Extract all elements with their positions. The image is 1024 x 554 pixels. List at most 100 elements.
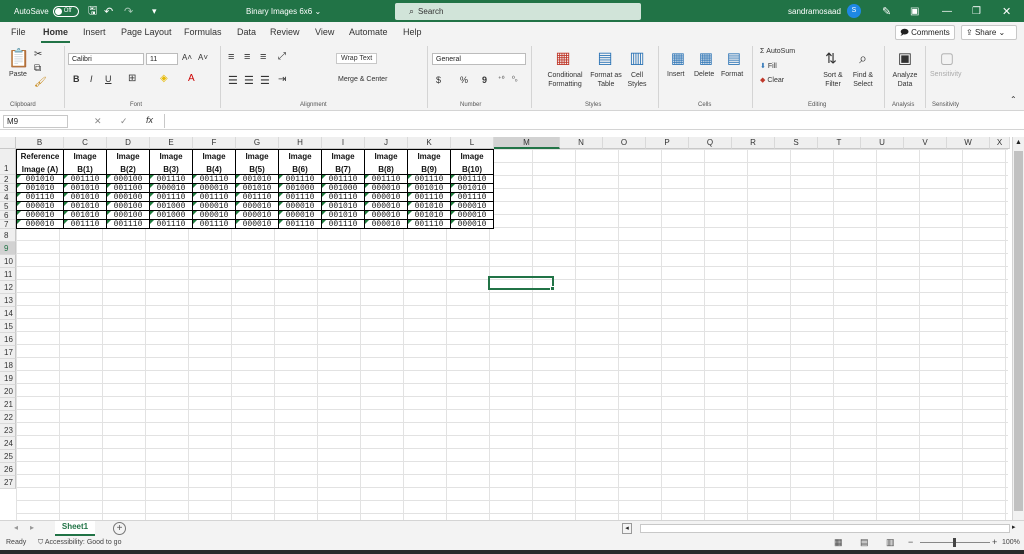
table-cell[interactable]: 001110 (408, 193, 451, 202)
row-header-8[interactable]: 8 (0, 229, 16, 242)
table-header-cell[interactable]: Image B(5) (236, 149, 279, 175)
currency-button[interactable]: $ (436, 75, 441, 85)
table-cell[interactable]: 000010 (451, 211, 494, 220)
undo-icon[interactable]: ↶ (104, 0, 113, 22)
table-cell[interactable]: 001000 (279, 184, 322, 193)
table-cell[interactable]: 000010 (365, 193, 408, 202)
cell-styles-icon[interactable]: ▥ (626, 47, 648, 69)
sheet-tab-sheet1[interactable]: Sheet1 (55, 521, 95, 536)
sort-filter-button[interactable]: Sort & Filter (818, 71, 848, 89)
table-cell[interactable]: 001110 (64, 175, 107, 184)
table-cell[interactable]: 000010 (193, 202, 236, 211)
collapse-ribbon-icon[interactable]: ⌃ (1010, 95, 1017, 104)
percent-button[interactable]: % (460, 75, 468, 85)
column-header-n[interactable]: N (560, 137, 603, 149)
column-header-v[interactable]: V (904, 137, 947, 149)
font-name-select[interactable]: Calibri (68, 53, 144, 65)
zoom-in-icon[interactable]: + (992, 537, 997, 547)
table-cell[interactable]: 001110 (408, 220, 451, 229)
autosum-button[interactable]: Σ AutoSum (760, 48, 795, 55)
row-header-2[interactable]: 2 (0, 175, 16, 184)
table-cell[interactable]: 001010 (408, 184, 451, 193)
column-header-g[interactable]: G (236, 137, 279, 149)
table-cell[interactable]: 001010 (408, 211, 451, 220)
table-cell[interactable]: 000010 (365, 184, 408, 193)
insert-cells-button[interactable]: Insert (667, 71, 685, 78)
table-header-cell[interactable]: Image B(2) (107, 149, 150, 175)
table-header-cell[interactable]: Reference Image (A) (16, 149, 64, 175)
table-cell[interactable]: 000010 (236, 202, 279, 211)
tab-page-layout[interactable]: Page Layout (121, 27, 172, 37)
share-button[interactable]: ⇪ Share ⌄ (961, 25, 1017, 40)
indent-icon[interactable]: ⇥ (278, 74, 286, 85)
table-cell[interactable]: 001110 (408, 175, 451, 184)
column-header-b[interactable]: B (16, 137, 64, 149)
select-all-corner[interactable] (0, 137, 16, 149)
user-account[interactable]: sandramosaad S (788, 0, 861, 22)
column-header-w[interactable]: W (947, 137, 990, 149)
doc-title[interactable]: Binary Images 6x6 ⌄ (246, 0, 321, 22)
align-bottom-icon[interactable]: ≡ (260, 51, 266, 63)
cut-icon[interactable]: ✂ (34, 49, 42, 60)
pen-icon[interactable]: ✎ (882, 0, 891, 22)
underline-button[interactable]: U (105, 74, 112, 84)
table-cell[interactable]: 000010 (451, 220, 494, 229)
row-header-24[interactable]: 24 (0, 437, 16, 450)
column-header-d[interactable]: D (107, 137, 150, 149)
table-cell[interactable]: 001010 (236, 184, 279, 193)
table-cell[interactable]: 001000 (322, 184, 365, 193)
table-cell[interactable]: 000010 (365, 220, 408, 229)
zoom-level[interactable]: 100% (1002, 539, 1020, 546)
normal-view-icon[interactable]: ▦ (834, 537, 843, 548)
sort-filter-icon[interactable]: ⇅ (820, 47, 842, 69)
table-cell[interactable]: 001110 (322, 193, 365, 202)
comments-button[interactable]: 🗩 Comments (895, 25, 955, 40)
h-scroll-right-icon[interactable]: ▸ (1012, 523, 1016, 531)
row-header-7[interactable]: 7 (0, 220, 16, 229)
table-cell[interactable]: 001010 (64, 202, 107, 211)
tab-automate[interactable]: Automate (349, 27, 388, 37)
table-cell[interactable]: 001110 (279, 175, 322, 184)
format-as-table-icon[interactable]: ▤ (594, 47, 616, 69)
accessibility-status[interactable]: ⛉ Accessibility: Good to go (38, 539, 121, 547)
tab-formulas[interactable]: Formulas (184, 27, 222, 37)
row-header-4[interactable]: 4 (0, 193, 16, 202)
ribbon-display-icon[interactable]: ▣ (910, 0, 919, 22)
table-cell[interactable]: 000010 (236, 220, 279, 229)
table-cell[interactable]: 000010 (236, 211, 279, 220)
restore-icon[interactable]: ❐ (972, 0, 981, 22)
page-layout-view-icon[interactable]: ▤ (860, 537, 869, 548)
fill-color-icon[interactable]: ◈ (160, 73, 168, 84)
table-cell[interactable]: 000100 (107, 175, 150, 184)
tab-insert[interactable]: Insert (83, 27, 106, 37)
borders-icon[interactable]: ⊞ (128, 73, 136, 84)
row-header-22[interactable]: 22 (0, 411, 16, 424)
paste-label[interactable]: Paste (9, 71, 27, 78)
formula-input[interactable] (164, 114, 1016, 128)
next-sheet-icon[interactable]: ▸ (30, 523, 34, 532)
tab-data[interactable]: Data (237, 27, 256, 37)
table-cell[interactable]: 000010 (279, 202, 322, 211)
row-header-16[interactable]: 16 (0, 333, 16, 346)
table-cell[interactable]: 001110 (365, 175, 408, 184)
format-cells-button[interactable]: Format (721, 71, 743, 78)
find-select-icon[interactable]: ⌕ (852, 47, 874, 69)
font-size-select[interactable]: 11 (146, 53, 178, 65)
table-cell[interactable]: 000010 (16, 202, 64, 211)
analyze-data-icon[interactable]: ▣ (894, 47, 916, 69)
table-cell[interactable]: 000010 (365, 202, 408, 211)
sensitivity-icon[interactable]: ▢ (936, 47, 958, 69)
table-cell[interactable]: 001010 (451, 184, 494, 193)
table-cell[interactable]: 000100 (107, 211, 150, 220)
table-cell[interactable]: 000010 (193, 184, 236, 193)
row-header-5[interactable]: 5 (0, 202, 16, 211)
row-header-17[interactable]: 17 (0, 346, 16, 359)
tab-help[interactable]: Help (403, 27, 422, 37)
table-cell[interactable]: 001010 (64, 193, 107, 202)
conditional-formatting-button[interactable]: Conditional Formatting (538, 71, 592, 89)
format-painter-icon[interactable]: 🖌 (34, 77, 47, 88)
table-cell[interactable]: 000010 (16, 211, 64, 220)
delete-cells-button[interactable]: Delete (694, 71, 714, 78)
delete-cells-icon[interactable]: ▦ (696, 47, 716, 69)
column-header-l[interactable]: L (451, 137, 494, 149)
